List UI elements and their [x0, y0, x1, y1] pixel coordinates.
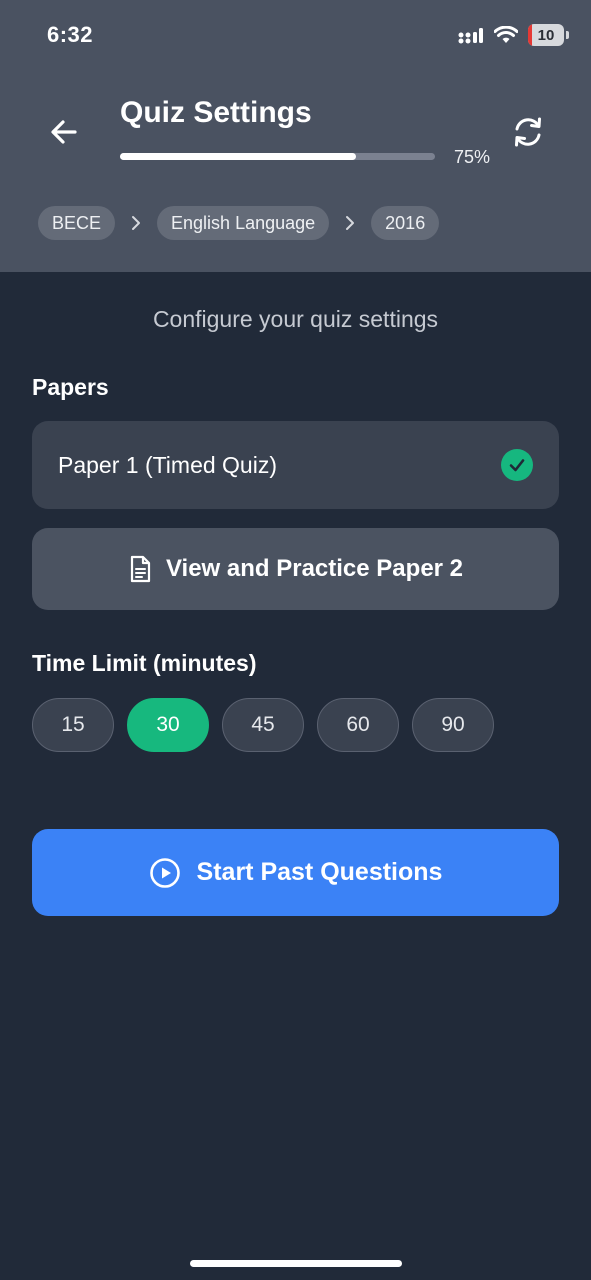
home-indicator[interactable] [190, 1260, 402, 1267]
progress-bar [120, 153, 435, 160]
page-subtitle: Configure your quiz settings [152, 306, 439, 332]
refresh-button[interactable] [506, 110, 550, 154]
battery-level: 10 [537, 26, 555, 44]
view-paper-2-button[interactable]: View and Practice Paper 2 [32, 528, 559, 610]
arrow-left-icon [51, 120, 77, 144]
time-option-30[interactable]: 30 [127, 698, 209, 752]
paper-1-option[interactable]: Paper 1 (Timed Quiz) [32, 421, 559, 509]
document-icon [130, 555, 151, 583]
breadcrumb: BECE English Language 2016 [38, 206, 440, 240]
progress-label: 75% [454, 147, 491, 167]
page-title: Quiz Settings [120, 96, 312, 129]
papers-heading: Papers [32, 374, 109, 400]
time-option-90[interactable]: 90 [412, 698, 494, 752]
time-limit-options: 15 30 45 60 90 [32, 698, 494, 752]
check-circle-icon [501, 449, 533, 481]
time-option-45[interactable]: 45 [222, 698, 304, 752]
view-paper-2-label: View and Practice Paper 2 [165, 555, 464, 582]
time-option-15[interactable]: 15 [32, 698, 114, 752]
chevron-right-icon [115, 215, 157, 231]
breadcrumb-item-year[interactable]: 2016 [371, 206, 440, 240]
battery-icon: 10 [528, 24, 564, 46]
wifi-icon [494, 26, 518, 43]
time-option-60[interactable]: 60 [317, 698, 399, 752]
back-button[interactable] [44, 112, 84, 152]
start-past-questions-button[interactable]: Start Past Questions [32, 829, 559, 916]
play-circle-icon [149, 857, 180, 888]
breadcrumb-item-exam[interactable]: BECE [38, 206, 116, 240]
status-icons: 10 [458, 24, 569, 46]
start-button-label: Start Past Questions [196, 858, 443, 886]
breadcrumb-item-subject[interactable]: English Language [157, 206, 330, 240]
signal-icon [458, 28, 483, 44]
status-time: 6:32 [47, 22, 94, 47]
header-bar: 6:32 10 Quiz Settings 75% BECE English L… [0, 0, 591, 272]
chevron-right-icon [329, 215, 371, 231]
refresh-icon [515, 117, 541, 147]
paper-1-label: Paper 1 (Timed Quiz) [58, 451, 277, 478]
progress-fill [120, 153, 357, 160]
time-limit-heading: Time Limit (minutes) [32, 650, 257, 676]
